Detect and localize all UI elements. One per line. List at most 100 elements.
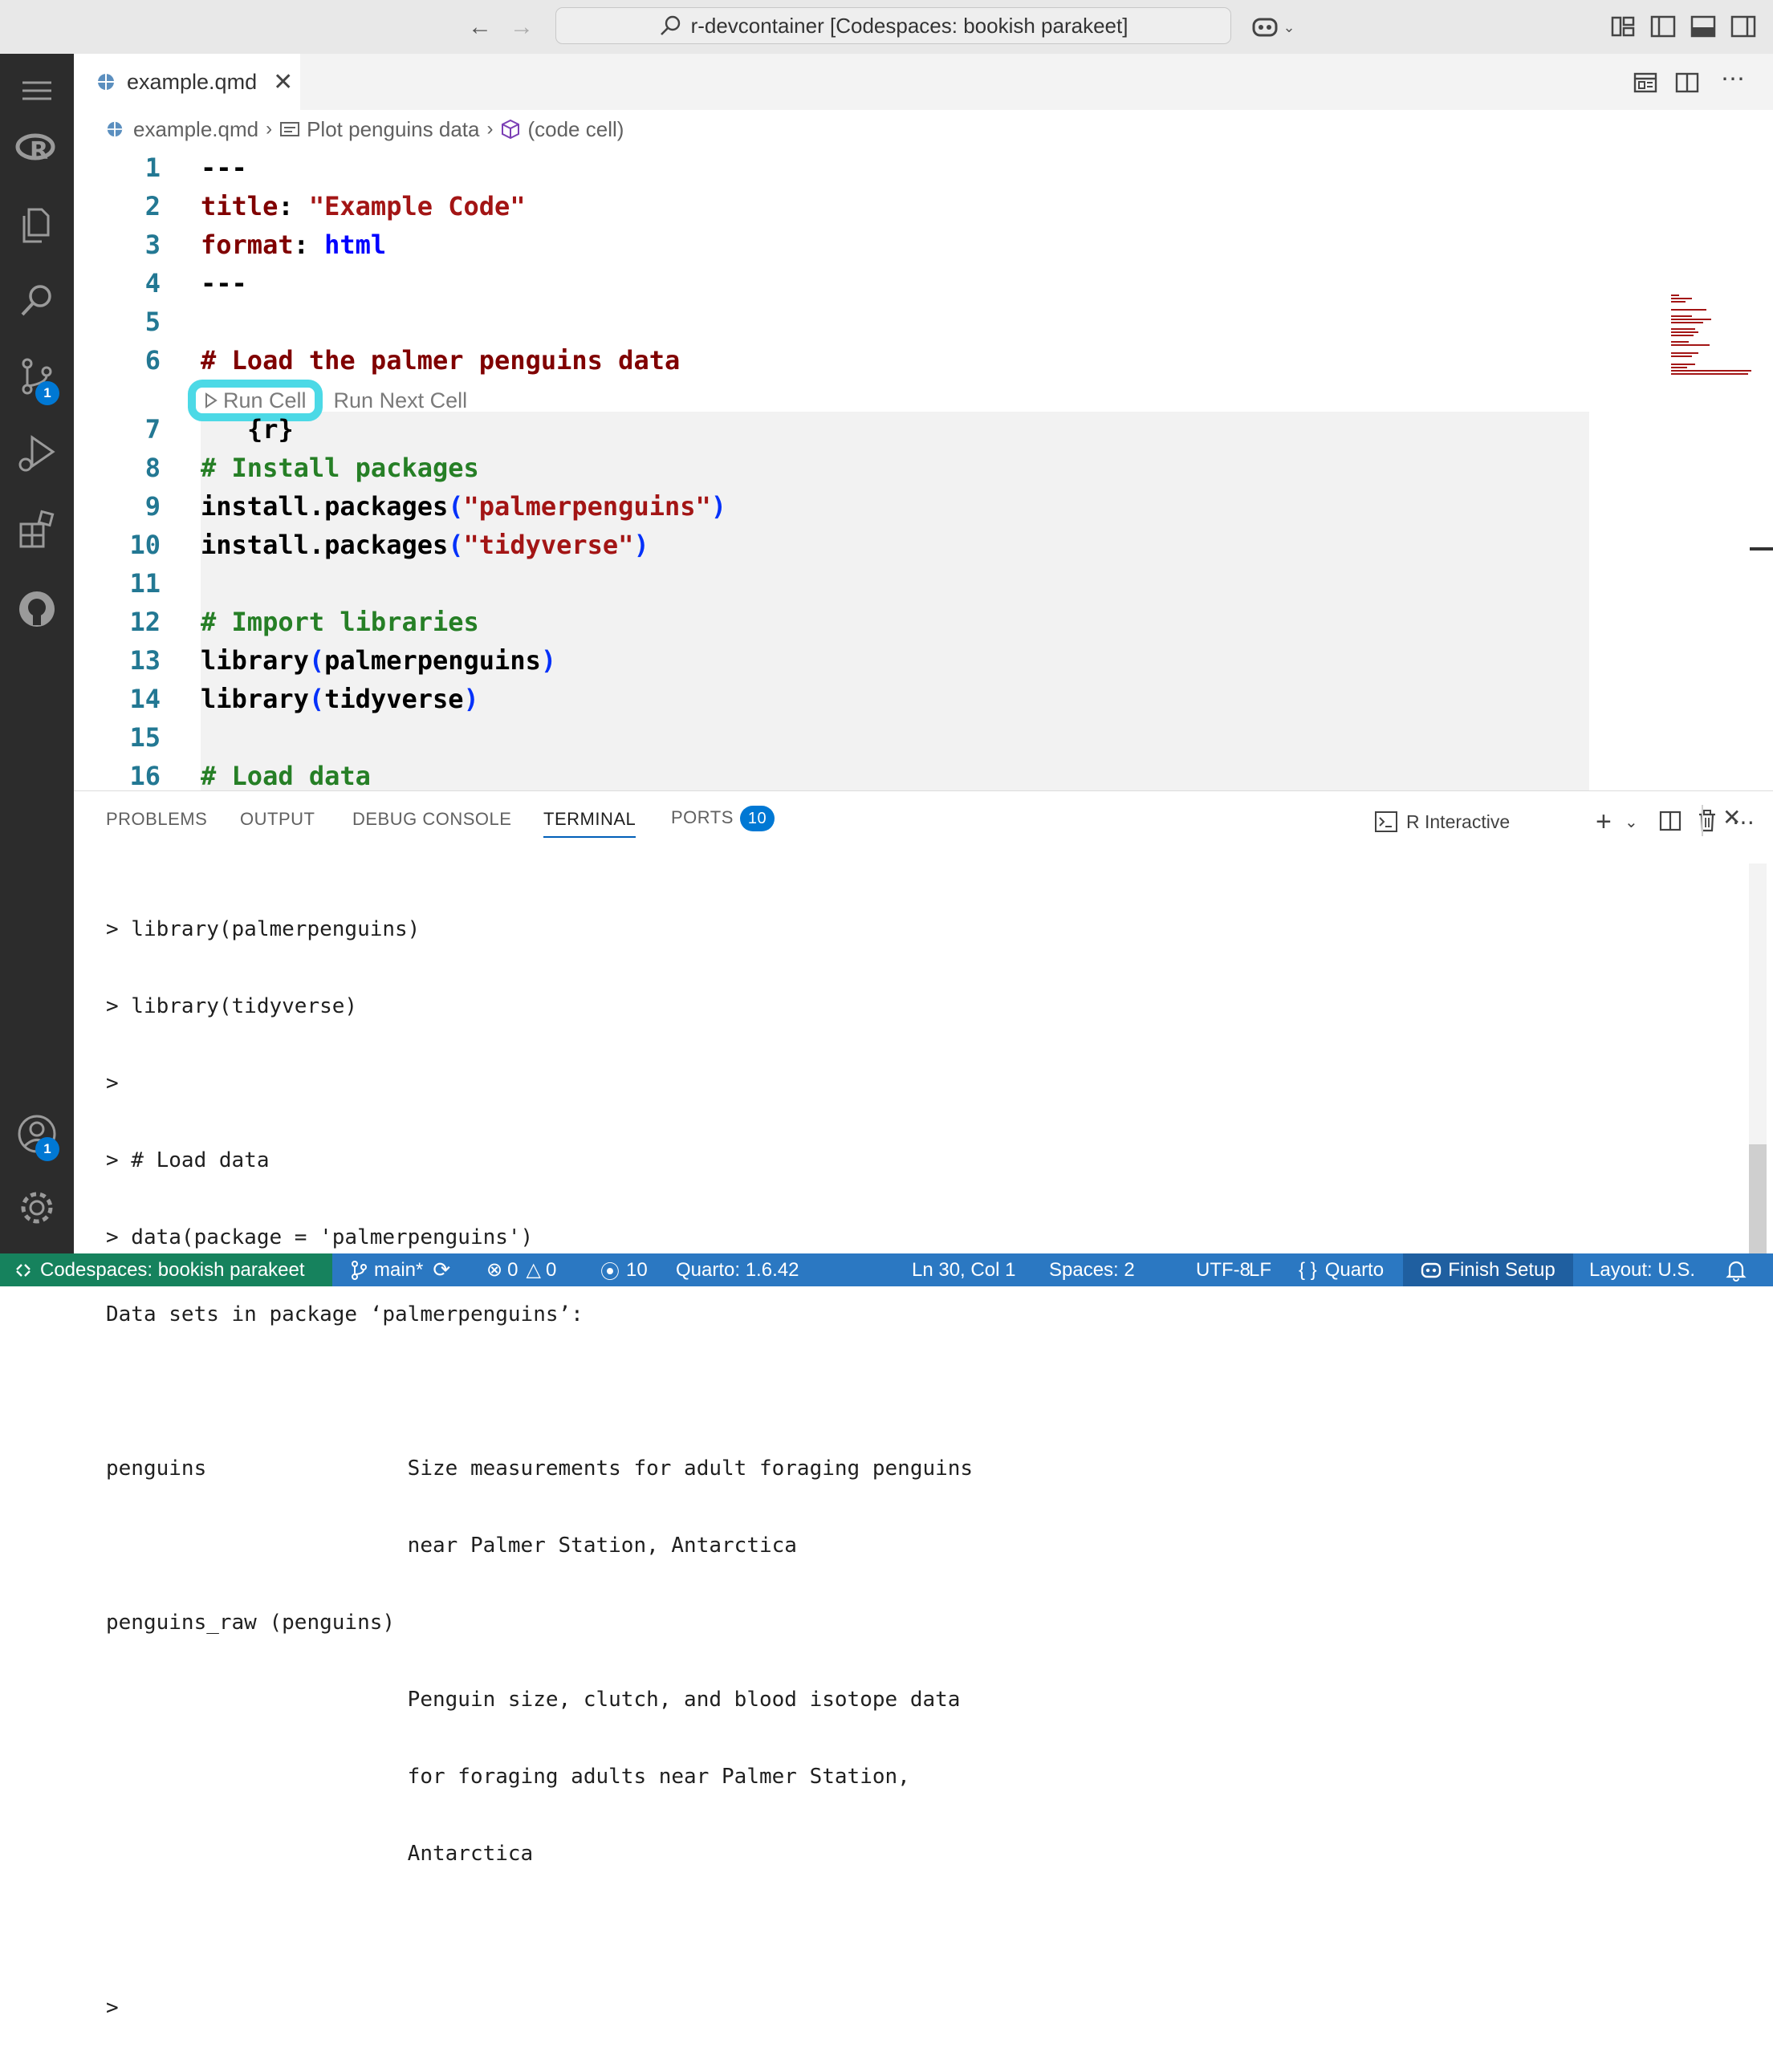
code-function: library — [201, 645, 309, 676]
terminal-prompt: > — [106, 1996, 119, 2020]
cursor-position[interactable]: Ln 30, Col 1 — [912, 1253, 1015, 1286]
code-identifier: tidyverse — [324, 684, 464, 714]
copilot-icon — [1421, 1262, 1442, 1278]
terminal-line: > — [106, 1071, 119, 1095]
code-function: library — [201, 684, 309, 714]
branch-indicator[interactable]: main* ⟳ — [350, 1253, 450, 1286]
notifications-bell-icon[interactable] — [1726, 1253, 1747, 1286]
end-of-line[interactable]: LF — [1249, 1253, 1271, 1286]
command-center-search[interactable]: r-devcontainer [Codespaces: bookish para… — [555, 7, 1231, 44]
search-icon[interactable] — [14, 278, 59, 323]
finish-setup-button[interactable]: Finish Setup — [1403, 1253, 1573, 1286]
minimap[interactable] — [1668, 293, 1756, 389]
menu-icon[interactable] — [14, 68, 59, 113]
github-icon[interactable] — [14, 587, 59, 632]
encoding[interactable]: UTF-8 — [1196, 1253, 1250, 1286]
code-text: --- — [201, 152, 247, 183]
terminal-line: near Palmer Station, Antarctica — [106, 1534, 797, 1558]
forwarded-ports-indicator[interactable]: ⦿ 10 — [600, 1253, 648, 1286]
breadcrumb-cell[interactable]: (code cell) — [527, 117, 624, 142]
breadcrumb-section[interactable]: Plot penguins data — [307, 117, 479, 142]
command-center-label: r-devcontainer [Codespaces: bookish para… — [690, 13, 1128, 38]
close-icon[interactable]: ✕ — [273, 68, 293, 96]
trash-icon[interactable] — [1695, 809, 1719, 833]
toggle-panel-icon[interactable] — [1689, 12, 1718, 41]
split-terminal-icon[interactable] — [1658, 809, 1682, 833]
toggle-primary-sidebar-icon[interactable] — [1649, 12, 1677, 41]
code-text: title: "Example Code" — [201, 187, 526, 225]
line-number: 15 — [129, 722, 161, 753]
explorer-files-icon[interactable] — [14, 203, 59, 248]
search-icon — [660, 15, 680, 35]
play-icon — [205, 392, 218, 408]
remote-indicator[interactable]: Codespaces: bookish parakeet — [0, 1253, 332, 1286]
forward-arrow-icon[interactable]: → — [506, 11, 538, 43]
code-line: 12 # Import libraries — [74, 603, 1679, 641]
code-line: 15 — [74, 718, 1679, 757]
r-language-icon[interactable]: R — [14, 126, 59, 171]
code-paren: ) — [540, 645, 557, 676]
code-line: 16 # Load data — [74, 757, 1679, 790]
language-mode[interactable]: { } Quarto — [1299, 1253, 1384, 1286]
terminal-line: > # Load data — [106, 1148, 270, 1172]
yaml-value: "Example Code" — [308, 191, 526, 221]
copilot-icon[interactable] — [1250, 12, 1279, 41]
close-panel-icon[interactable]: ✕ — [1722, 804, 1741, 831]
code-line: 13 library(palmerpenguins) — [74, 641, 1679, 680]
terminal-selector[interactable]: R Interactive — [1374, 806, 1510, 838]
breadcrumb-file[interactable]: example.qmd — [133, 117, 258, 142]
split-editor-icon[interactable] — [1674, 70, 1700, 95]
code-text: --- — [201, 268, 247, 299]
run-next-cell-button[interactable]: Run Next Cell — [334, 388, 468, 413]
tab-problems[interactable]: PROBLEMS — [106, 809, 207, 830]
code-text: install.packages("palmerpenguins") — [201, 487, 726, 526]
terminal-line: Penguin size, clutch, and blood isotope … — [106, 1688, 961, 1712]
status-bar: Codespaces: bookish parakeet main* ⟳ ⊗ 0… — [0, 1253, 1773, 1286]
tab-ports[interactable]: PORTS 10 — [671, 806, 775, 831]
tab-example-qmd[interactable]: example.qmd ✕ — [74, 54, 300, 110]
code-line: 3 format: html — [74, 225, 1679, 264]
back-arrow-icon[interactable]: ← — [464, 11, 496, 43]
broadcast-icon: ⦿ — [600, 1261, 620, 1283]
customize-layout-icon[interactable] — [1608, 12, 1637, 41]
yaml-value: html — [324, 230, 387, 260]
tab-label: example.qmd — [127, 69, 258, 94]
chevron-down-icon[interactable]: ⌄ — [1625, 806, 1638, 838]
tab-terminal[interactable]: TERMINAL — [543, 809, 636, 838]
breadcrumb: example.qmd › Plot penguins data › (code… — [74, 110, 1773, 148]
toggle-secondary-sidebar-icon[interactable] — [1729, 12, 1758, 41]
line-number: 2 — [144, 191, 161, 221]
line-number: 4 — [144, 268, 161, 299]
code-paren: ( — [308, 645, 325, 676]
code-editor[interactable]: 1 --- 2 title: "Example Code" 3 format: htm… — [74, 148, 1773, 790]
remote-icon — [16, 1263, 30, 1277]
indentation[interactable]: Spaces: 2 — [1049, 1253, 1135, 1286]
terminal-line: > data(package = 'palmerpenguins') — [106, 1225, 534, 1249]
terminal-output[interactable]: > library(palmerpenguins) > library(tidy… — [106, 865, 973, 2072]
tab-debug-console[interactable]: DEBUG CONSOLE — [352, 809, 511, 830]
code-paren: ( — [448, 530, 464, 560]
manage-gear-icon[interactable] — [14, 1185, 59, 1230]
more-actions-icon[interactable]: ⋯ — [1721, 65, 1745, 93]
code-text: install.packages("tidyverse") — [201, 526, 649, 564]
problems-indicator[interactable]: ⊗ 0 △ 0 — [486, 1253, 556, 1286]
error-count: 0 — [507, 1258, 518, 1281]
chevron-right-icon: › — [486, 118, 494, 140]
line-number: 7 — [144, 414, 161, 445]
new-terminal-icon[interactable]: + — [1596, 806, 1612, 838]
code-function: install.packages — [201, 491, 449, 522]
tab-output[interactable]: OUTPUT — [240, 809, 315, 830]
code-line: 6 # Load the palmer penguins data — [74, 341, 1679, 380]
preview-icon[interactable] — [1633, 70, 1658, 95]
keyboard-layout[interactable]: Layout: U.S. — [1589, 1253, 1695, 1286]
code-paren: ( — [308, 684, 325, 714]
quarto-version[interactable]: Quarto: 1.6.42 — [676, 1253, 799, 1286]
warning-icon: △ — [526, 1259, 541, 1281]
code-line: 7 {r} — [74, 410, 1679, 449]
copilot-chevron-down-icon[interactable]: ⌄ — [1278, 11, 1300, 43]
yaml-key: title — [201, 191, 279, 221]
extensions-icon[interactable] — [14, 508, 59, 553]
code-text: library(palmerpenguins) — [201, 641, 556, 680]
terminal-scrollbar-thumb[interactable] — [1749, 1144, 1767, 1261]
run-and-debug-icon[interactable] — [14, 431, 59, 476]
